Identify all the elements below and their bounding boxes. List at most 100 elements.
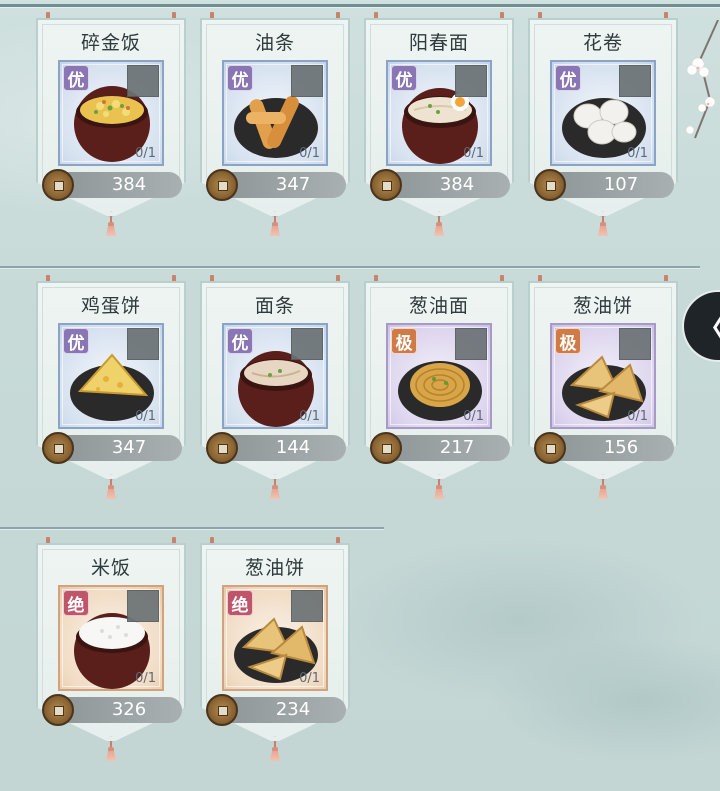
copper-coin-icon (370, 432, 402, 464)
empty-slot (455, 65, 487, 97)
dish-name: 葱油饼 (244, 557, 305, 579)
dish-image-frame[interactable]: 极 0/1 (386, 323, 492, 429)
dish-card[interactable]: 米饭 绝 0/1 326 (36, 537, 186, 761)
dish-name: 葱油面 (408, 295, 469, 317)
dish-card[interactable]: 油条 优 0/1 347 (200, 12, 350, 236)
tassel-icon (269, 479, 281, 499)
dish-card[interactable]: 葱油饼 绝 0/1 234 (200, 537, 350, 761)
price-bar: 347 (42, 432, 182, 464)
dish-card[interactable]: 葱油饼 极 0/1 156 (528, 275, 678, 499)
dish-card[interactable]: 葱油面 极 0/1 217 (364, 275, 514, 499)
price-bar: 217 (370, 432, 510, 464)
empty-slot (619, 65, 651, 97)
owned-count: 0/1 (299, 409, 320, 424)
price-bar: 107 (534, 169, 674, 201)
tassel-icon (597, 479, 609, 499)
dish-card[interactable]: 碎金饭 优 0/1 384 (36, 12, 186, 236)
empty-slot (127, 590, 159, 622)
price-value: 347 (275, 174, 311, 195)
price-bar: 384 (370, 169, 510, 201)
dish-name: 葱油饼 (572, 295, 633, 317)
price-bar: 347 (206, 169, 346, 201)
tassel-icon (433, 216, 445, 236)
dish-image-frame[interactable]: 极 0/1 (550, 323, 656, 429)
tassel-icon (105, 216, 117, 236)
tassel-icon (433, 479, 445, 499)
empty-slot (291, 590, 323, 622)
owned-count: 0/1 (135, 671, 156, 686)
empty-slot (291, 65, 323, 97)
price-bar: 156 (534, 432, 674, 464)
tassel-icon (269, 741, 281, 761)
grade-badge: 优 (227, 65, 253, 91)
chevron-left-icon: 〈 (696, 304, 720, 348)
owned-count: 0/1 (463, 146, 484, 161)
empty-slot (291, 328, 323, 360)
grade-badge: 极 (555, 328, 581, 354)
tassel-icon (105, 741, 117, 761)
grade-badge: 优 (227, 328, 253, 354)
owned-count: 0/1 (627, 409, 648, 424)
tassel-icon (269, 216, 281, 236)
dish-card[interactable]: 面条 优 0/1 144 (200, 275, 350, 499)
dish-image-frame[interactable]: 优 0/1 (58, 323, 164, 429)
empty-slot (455, 328, 487, 360)
dish-name: 花卷 (582, 32, 623, 54)
dish-image-frame[interactable]: 优 0/1 (386, 60, 492, 166)
dish-name: 阳春面 (408, 32, 469, 54)
price-value: 234 (275, 699, 311, 720)
dish-image-frame[interactable]: 绝 0/1 (58, 585, 164, 691)
owned-count: 0/1 (135, 409, 156, 424)
price-value: 326 (111, 699, 147, 720)
copper-coin-icon (42, 432, 74, 464)
dish-name: 米饭 (90, 557, 131, 579)
copper-coin-icon (206, 432, 238, 464)
price-bar: 234 (206, 694, 346, 726)
dish-image-frame[interactable]: 优 0/1 (550, 60, 656, 166)
dish-name: 油条 (254, 32, 295, 54)
hanging-rod (0, 4, 720, 7)
tassel-icon (597, 216, 609, 236)
price-value: 144 (275, 437, 311, 458)
dish-image-frame[interactable]: 优 0/1 (222, 60, 328, 166)
dish-card[interactable]: 鸡蛋饼 优 0/1 347 (36, 275, 186, 499)
price-bar: 144 (206, 432, 346, 464)
dish-card[interactable]: 花卷 优 0/1 107 (528, 12, 678, 236)
dish-name: 面条 (254, 295, 295, 317)
grade-badge: 极 (391, 328, 417, 354)
owned-count: 0/1 (299, 146, 320, 161)
owned-count: 0/1 (463, 409, 484, 424)
copper-coin-icon (42, 169, 74, 201)
copper-coin-icon (370, 169, 402, 201)
dish-name: 碎金饭 (80, 32, 141, 54)
copper-coin-icon (42, 694, 74, 726)
price-bar: 384 (42, 169, 182, 201)
grade-badge: 优 (63, 328, 89, 354)
dish-image-frame[interactable]: 优 0/1 (222, 323, 328, 429)
grade-badge: 绝 (227, 590, 253, 616)
empty-slot (127, 328, 159, 360)
price-bar: 326 (42, 694, 182, 726)
dish-image-frame[interactable]: 优 0/1 (58, 60, 164, 166)
price-value: 107 (603, 174, 639, 195)
dish-image-frame[interactable]: 绝 0/1 (222, 585, 328, 691)
owned-count: 0/1 (135, 146, 156, 161)
copper-coin-icon (206, 694, 238, 726)
hanging-rod (0, 527, 384, 529)
hanging-rod (0, 266, 700, 268)
grade-badge: 优 (555, 65, 581, 91)
owned-count: 0/1 (627, 146, 648, 161)
copper-coin-icon (206, 169, 238, 201)
price-value: 156 (603, 437, 639, 458)
empty-slot (127, 65, 159, 97)
copper-coin-icon (534, 169, 566, 201)
price-value: 384 (111, 174, 147, 195)
price-value: 347 (111, 437, 147, 458)
price-value: 217 (439, 437, 475, 458)
price-value: 384 (439, 174, 475, 195)
dish-name: 鸡蛋饼 (80, 295, 141, 317)
copper-coin-icon (534, 432, 566, 464)
tassel-icon (105, 479, 117, 499)
empty-slot (619, 328, 651, 360)
dish-card[interactable]: 阳春面 优 0/1 384 (364, 12, 514, 236)
